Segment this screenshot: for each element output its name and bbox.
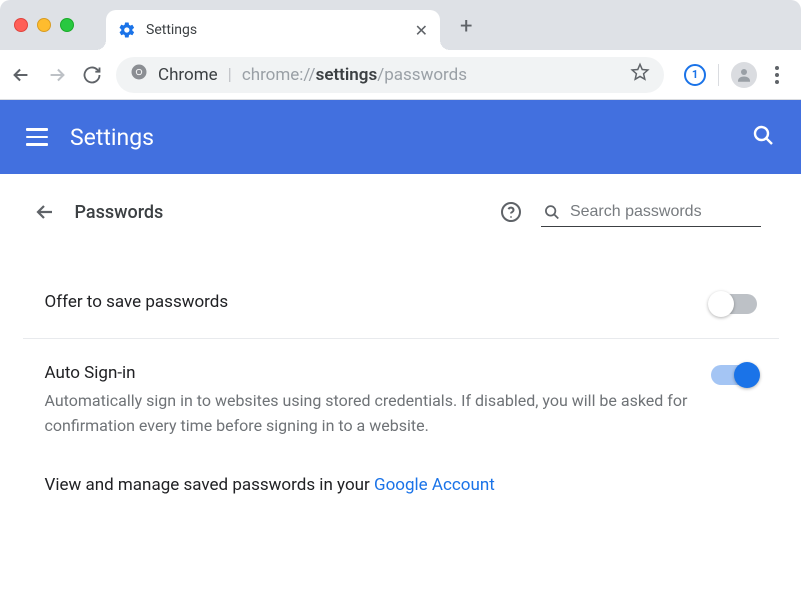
offer-to-save-label: Offer to save passwords <box>45 292 691 312</box>
reload-button[interactable] <box>82 65 102 85</box>
google-account-link[interactable]: Google Account <box>374 475 495 495</box>
auto-signin-row: Auto Sign-in Automatically sign in to we… <box>23 339 779 463</box>
omnibox-url: chrome://settings/passwords <box>242 65 467 85</box>
content-area: Passwords Offer to save passwords Auto S… <box>0 174 801 519</box>
auto-signin-label: Auto Sign-in <box>45 363 691 383</box>
browser-toolbar: Chrome | chrome://settings/passwords 1 <box>0 50 801 100</box>
extension-separator <box>718 64 719 86</box>
omnibox-separator: | <box>228 65 232 85</box>
close-tab-button[interactable]: ✕ <box>415 21 428 40</box>
menu-button[interactable] <box>26 128 48 146</box>
traffic-lights <box>14 18 74 32</box>
gear-icon <box>118 21 136 39</box>
minimize-window-button[interactable] <box>37 18 51 32</box>
passwords-search-input[interactable] <box>570 203 759 221</box>
forward-button[interactable] <box>46 64 68 86</box>
auto-signin-description: Automatically sign in to websites using … <box>45 389 691 439</box>
passwords-search[interactable] <box>541 198 761 227</box>
omnibox-label: Chrome <box>158 65 218 85</box>
chrome-icon <box>130 63 148 86</box>
profile-avatar-button[interactable] <box>731 62 757 88</box>
bookmark-star-icon[interactable] <box>630 62 650 87</box>
new-tab-button[interactable]: + <box>460 14 472 39</box>
manage-passwords-text: View and manage saved passwords in your … <box>45 475 495 495</box>
page-back-button[interactable] <box>33 200 57 224</box>
address-bar[interactable]: Chrome | chrome://settings/passwords <box>116 57 664 93</box>
chrome-menu-button[interactable] <box>769 60 785 90</box>
auto-signin-toggle[interactable] <box>711 365 757 385</box>
settings-title: Settings <box>70 124 154 151</box>
onepassword-extension-icon[interactable]: 1 <box>684 64 706 86</box>
maximize-window-button[interactable] <box>60 18 74 32</box>
close-window-button[interactable] <box>14 18 28 32</box>
page-header: Passwords <box>23 174 779 250</box>
offer-to-save-toggle[interactable] <box>711 294 757 314</box>
page-title: Passwords <box>75 202 164 223</box>
manage-passwords-row: View and manage saved passwords in your … <box>23 463 779 519</box>
offer-to-save-row: Offer to save passwords <box>23 268 779 339</box>
window-titlebar: Settings ✕ + <box>0 0 801 50</box>
tab-title: Settings <box>146 22 405 38</box>
extension-area: 1 <box>678 60 791 90</box>
back-button[interactable] <box>10 64 32 86</box>
header-search-button[interactable] <box>751 123 775 151</box>
help-icon[interactable] <box>499 200 523 224</box>
settings-header: Settings <box>0 100 801 174</box>
browser-tab[interactable]: Settings ✕ <box>106 10 440 50</box>
search-icon <box>543 202 560 222</box>
